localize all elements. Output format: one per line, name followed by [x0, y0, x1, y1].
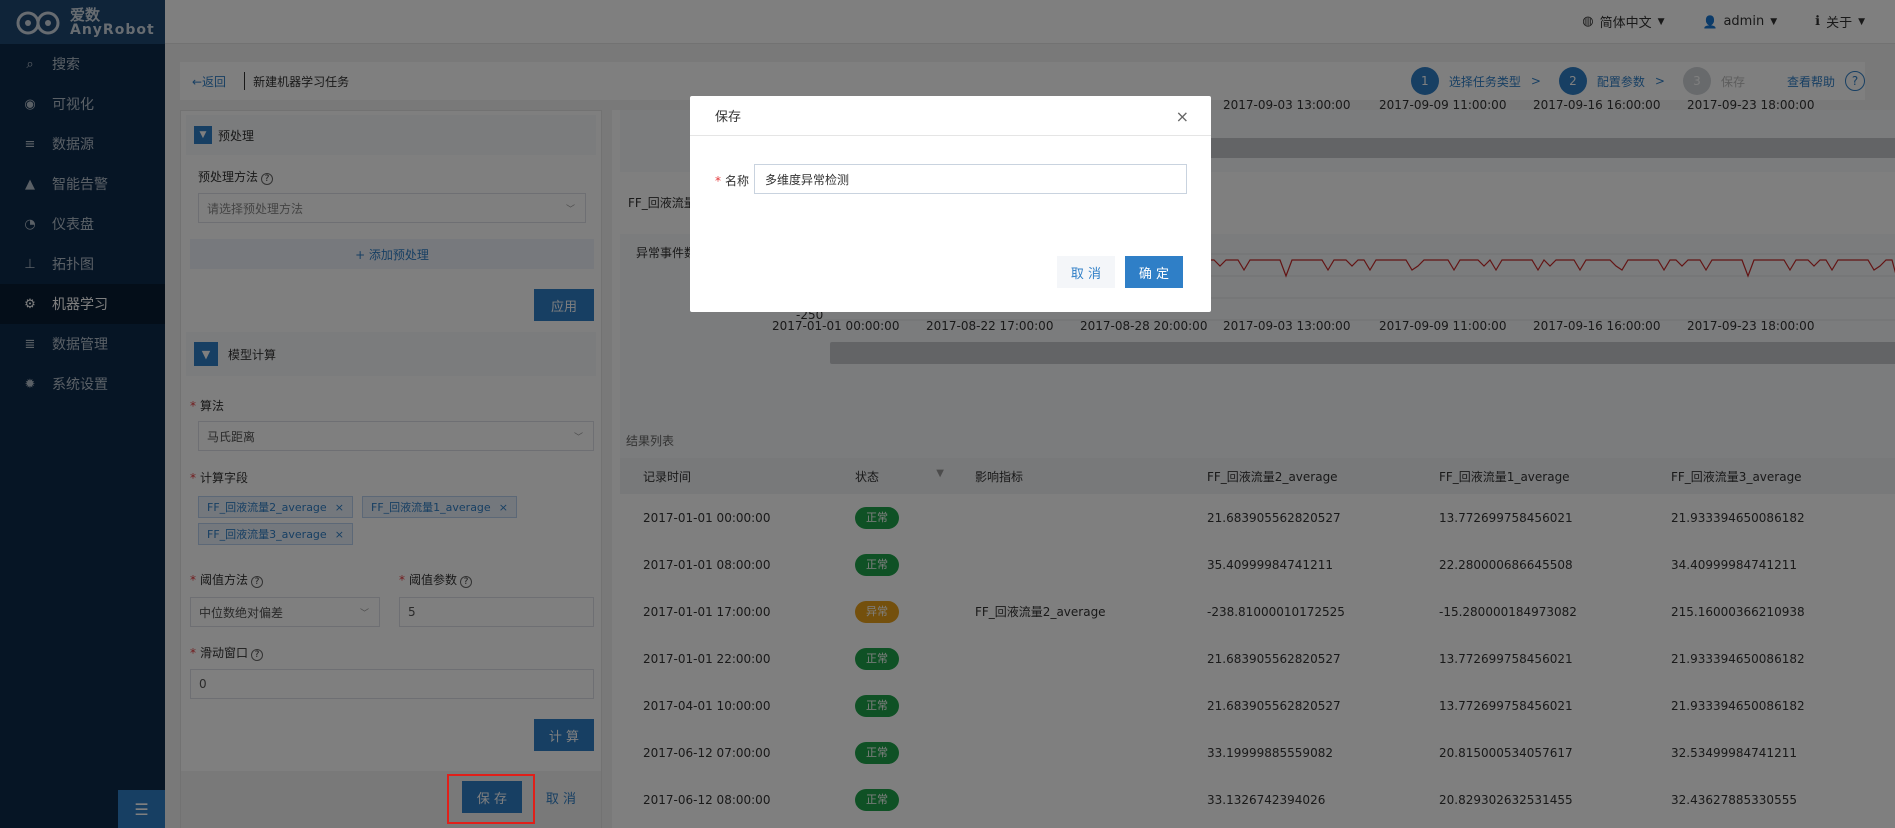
dialog-title: 保存 [690, 96, 1211, 136]
save-dialog: 保存 × * 名称 多维度异常检测 取 消 确 定 [690, 96, 1211, 312]
dialog-cancel-button[interactable]: 取 消 [1057, 256, 1115, 288]
highlight-box [447, 774, 535, 824]
name-input[interactable]: 多维度异常检测 [754, 164, 1187, 194]
dialog-ok-button[interactable]: 确 定 [1125, 256, 1183, 288]
close-icon[interactable]: × [1176, 107, 1189, 126]
name-label: * 名称 [715, 174, 750, 188]
